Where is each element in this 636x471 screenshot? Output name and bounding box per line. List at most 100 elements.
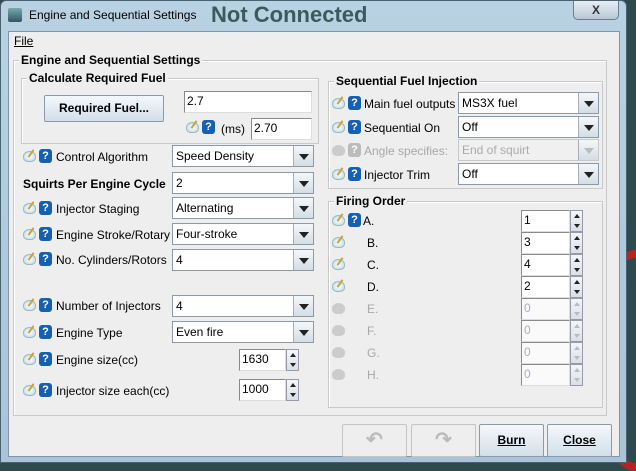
help-icon[interactable]: ?: [39, 227, 52, 241]
firing-label-5: F.: [367, 324, 377, 338]
control-algorithm-select[interactable]: Speed Density: [172, 145, 314, 167]
injector-trim-label: Injector Trim: [364, 168, 431, 182]
injector-size-input[interactable]: 1000: [239, 379, 286, 401]
spinner-arrows[interactable]: [570, 232, 583, 254]
spinner-arrows[interactable]: [286, 379, 299, 401]
edit-icon[interactable]: [332, 259, 345, 270]
engine-stroke-value: Four-stroke: [176, 227, 238, 241]
edit-icon[interactable]: [332, 237, 345, 248]
num-injectors-label: Number of Injectors: [56, 299, 161, 313]
edit-icon[interactable]: [23, 203, 36, 214]
chevron-down-icon[interactable]: [578, 117, 598, 137]
help-icon[interactable]: ?: [348, 96, 361, 110]
close-button[interactable]: Close: [547, 424, 612, 457]
help-icon[interactable]: ?: [348, 120, 361, 134]
req-fuel-title: Calculate Required Fuel: [27, 71, 168, 85]
undo-button[interactable]: ↶: [342, 424, 407, 457]
edit-icon[interactable]: [23, 385, 36, 396]
firing-input-0[interactable]: 1: [521, 210, 570, 232]
close-label: Close: [563, 433, 596, 447]
help-icon[interactable]: ?: [348, 213, 361, 227]
cylinders-select[interactable]: 4: [172, 249, 314, 271]
squirts-value: 2: [176, 176, 183, 190]
injector-size-spinner[interactable]: 1000: [239, 379, 299, 401]
edit-icon[interactable]: [332, 281, 345, 292]
injector-staging-value: Alternating: [176, 201, 234, 215]
engine-stroke-select[interactable]: Four-stroke: [172, 223, 314, 245]
req-fuel-input[interactable]: 2.7: [184, 91, 312, 113]
help-icon[interactable]: ?: [39, 298, 52, 312]
engine-size-spinner[interactable]: 1630: [239, 349, 299, 371]
spinner-arrows[interactable]: [570, 254, 583, 276]
spinner-arrows[interactable]: [286, 349, 299, 371]
squirts-select[interactable]: 2: [172, 172, 314, 194]
injector-staging-select[interactable]: Alternating: [172, 197, 314, 219]
firing-input-2[interactable]: 4: [521, 254, 570, 276]
firing-input-1[interactable]: 3: [521, 232, 570, 254]
injector-trim-value: Off: [462, 167, 478, 181]
spinner-arrows[interactable]: [570, 276, 583, 298]
num-injectors-select[interactable]: 4: [172, 295, 314, 317]
menu-file[interactable]: File: [14, 34, 33, 48]
chevron-down-icon[interactable]: [293, 322, 313, 342]
edit-icon[interactable]: [23, 254, 36, 265]
chevron-down-icon[interactable]: [293, 296, 313, 316]
edit-icon[interactable]: [23, 151, 36, 162]
angle-specifies-select: End of squirt: [458, 139, 599, 161]
redo-button[interactable]: ↷: [411, 424, 476, 457]
edit-icon[interactable]: [23, 229, 36, 240]
edit-icon[interactable]: [23, 327, 36, 338]
help-icon: ?: [348, 143, 361, 157]
firing-label-4: E.: [367, 302, 379, 316]
chevron-down-icon[interactable]: [578, 93, 598, 113]
firing-label-1: B.: [367, 236, 379, 250]
req-fuel-ms-input[interactable]: 2.70: [251, 118, 312, 140]
firing-label-0: A.: [363, 214, 375, 228]
chevron-down-icon[interactable]: [293, 173, 313, 193]
help-icon[interactable]: ?: [202, 120, 215, 134]
chevron-down-icon[interactable]: [293, 250, 313, 270]
firing-label-3: D.: [367, 280, 379, 294]
edit-icon[interactable]: [332, 169, 345, 180]
help-icon[interactable]: ?: [348, 167, 361, 181]
firing-spinner-1[interactable]: 3: [521, 232, 583, 254]
help-icon[interactable]: ?: [39, 149, 52, 163]
edit-icon[interactable]: [332, 122, 345, 133]
help-icon[interactable]: ?: [39, 352, 52, 366]
main-fuel-outputs-select[interactable]: MS3X fuel: [458, 92, 599, 114]
chevron-down-icon[interactable]: [578, 164, 598, 184]
chevron-down-icon[interactable]: [293, 146, 313, 166]
sequential-on-value: Off: [462, 120, 478, 134]
chevron-down-icon[interactable]: [293, 198, 313, 218]
engine-type-label: Engine Type: [56, 326, 123, 340]
close-window-button[interactable]: X: [573, 1, 619, 20]
sequential-on-select[interactable]: Off: [458, 116, 599, 138]
chevron-down-icon[interactable]: [293, 224, 313, 244]
spinner-arrows[interactable]: [570, 210, 583, 232]
firing-spinner-3[interactable]: 2: [521, 276, 583, 298]
help-icon[interactable]: ?: [39, 252, 52, 266]
help-icon[interactable]: ?: [39, 383, 52, 397]
help-icon[interactable]: ?: [39, 325, 52, 339]
firing-label-7: H.: [367, 368, 379, 382]
engine-type-select[interactable]: Even fire: [172, 321, 314, 343]
help-icon[interactable]: ?: [39, 201, 52, 215]
firing-input-3[interactable]: 2: [521, 276, 570, 298]
firing-spinner-0[interactable]: 1: [521, 210, 583, 232]
burn-button[interactable]: Burn: [479, 424, 544, 457]
required-fuel-button[interactable]: Required Fuel...: [44, 95, 164, 122]
edit-icon[interactable]: [332, 215, 345, 226]
edit-icon[interactable]: [186, 122, 199, 133]
engine-size-input[interactable]: 1630: [239, 349, 286, 371]
num-injectors-value: 4: [176, 299, 183, 313]
injector-trim-select[interactable]: Off: [458, 163, 599, 185]
edit-icon[interactable]: [23, 300, 36, 311]
cylinders-value: 4: [176, 253, 183, 267]
injector-staging-label: Injector Staging: [56, 202, 140, 216]
edit-icon[interactable]: [23, 354, 36, 365]
edit-icon[interactable]: [332, 98, 345, 109]
main-fuel-outputs-value: MS3X fuel: [462, 96, 518, 110]
ms-unit-label: (ms): [221, 122, 245, 136]
firing-spinner-2[interactable]: 4: [521, 254, 583, 276]
chevron-down-icon: [578, 140, 598, 160]
